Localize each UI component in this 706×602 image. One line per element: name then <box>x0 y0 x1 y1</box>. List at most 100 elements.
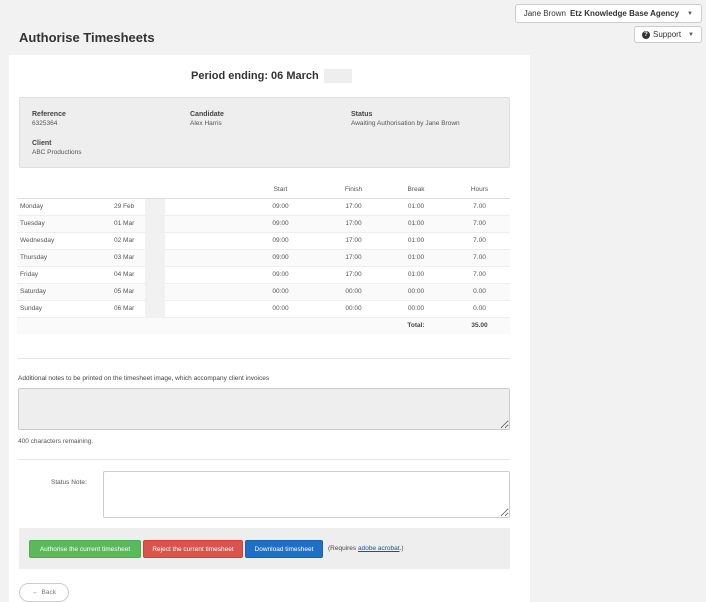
hours-cell: 0.00 <box>449 300 510 318</box>
action-bar: Authorise the current timesheet Reject t… <box>19 528 510 569</box>
day-cell: Monday <box>17 198 114 216</box>
authorise-button[interactable]: Authorise the current timesheet <box>29 540 141 558</box>
table-row: Friday 04 Mar 09:00 17:00 01:00 7.00 <box>17 266 510 284</box>
date-cell: 04 Mar <box>114 266 237 284</box>
hours-header: Hours <box>449 181 510 199</box>
hours-cell: 0.00 <box>449 283 510 301</box>
chars-remaining: 400 characters remaining. <box>18 438 94 445</box>
redacted-block <box>145 283 165 301</box>
redacted-block <box>145 300 165 318</box>
break-cell: 01:00 <box>383 215 449 233</box>
total-label: Total: <box>383 317 449 334</box>
user-agency-dropdown[interactable]: Jane Brown Etz Knowledge Base Agency ▼ <box>514 4 702 23</box>
client-label: Client <box>32 140 52 147</box>
timesheet-table: Start Finish Break Hours Monday 29 Feb 0… <box>17 181 510 334</box>
total-value: 35.00 <box>449 317 510 334</box>
redacted-block <box>145 198 165 216</box>
finish-cell: 17:00 <box>324 266 383 284</box>
finish-cell: 17:00 <box>324 232 383 250</box>
break-cell: 01:00 <box>383 198 449 216</box>
hours-cell: 7.00 <box>449 266 510 284</box>
day-cell: Sunday <box>17 300 114 318</box>
finish-cell: 17:00 <box>324 198 383 216</box>
hours-cell: 7.00 <box>449 249 510 267</box>
reference-label: Reference <box>32 111 66 118</box>
start-cell: 09:00 <box>237 215 324 233</box>
date-header <box>114 181 237 199</box>
start-cell: 09:00 <box>237 249 324 267</box>
table-row: Tuesday 01 Mar 09:00 17:00 01:00 7.00 <box>17 215 510 233</box>
page-title: Authorise Timesheets <box>19 30 155 45</box>
finish-header: Finish <box>324 181 383 199</box>
day-header <box>17 181 114 199</box>
break-cell: 01:00 <box>383 266 449 284</box>
divider <box>18 358 510 359</box>
reference-value: 6325364 <box>32 120 58 127</box>
start-cell: 09:00 <box>237 198 324 216</box>
candidate-label: Candidate <box>190 111 224 118</box>
date-cell: 05 Mar <box>114 283 237 301</box>
adobe-acrobat-link[interactable]: adobe acrobat <box>358 545 400 552</box>
back-button[interactable]: ← Back <box>19 583 69 602</box>
hours-cell: 7.00 <box>449 232 510 250</box>
date-cell: 02 Mar <box>114 232 237 250</box>
period-heading: Period ending: 06 March <box>191 69 352 83</box>
question-circle-icon: ? <box>642 30 651 39</box>
client-value: ABC Productions <box>32 149 82 156</box>
status-note-label: Status Note: <box>51 479 87 486</box>
start-cell: 09:00 <box>237 232 324 250</box>
day-cell: Saturday <box>17 283 114 301</box>
table-header-row: Start Finish Break Hours <box>17 181 510 199</box>
notes-textarea[interactable] <box>18 388 510 430</box>
table-row: Sunday 06 Mar 00:00 00:00 00:00 0.00 <box>17 300 510 318</box>
break-cell: 01:00 <box>383 232 449 250</box>
caret-down-icon: ▼ <box>687 10 693 17</box>
date-cell: 01 Mar <box>114 215 237 233</box>
break-cell: 01:00 <box>383 249 449 267</box>
candidate-value: Alex Harris <box>190 120 222 127</box>
redacted-block <box>323 69 352 83</box>
date-cell: 29 Feb <box>114 198 237 216</box>
table-row: Wednesday 02 Mar 09:00 17:00 01:00 7.00 <box>17 232 510 250</box>
reject-button[interactable]: Reject the current timesheet <box>143 540 243 558</box>
arrow-left-icon: ← <box>32 589 39 596</box>
redacted-block <box>145 215 165 233</box>
table-row: Thursday 03 Mar 09:00 17:00 01:00 7.00 <box>17 249 510 267</box>
back-label: Back <box>41 589 56 596</box>
status-value: Awaiting Authorisation by Jane Brown <box>351 120 460 127</box>
day-cell: Friday <box>17 266 114 284</box>
download-button[interactable]: Download timesheet <box>245 540 323 558</box>
status-note-textarea[interactable] <box>103 471 510 518</box>
break-cell: 00:00 <box>383 283 449 301</box>
divider <box>18 459 510 460</box>
finish-cell: 17:00 <box>324 215 383 233</box>
timesheet-panel: Period ending: 06 March Reference 632536… <box>9 55 530 602</box>
finish-cell: 00:00 <box>324 300 383 318</box>
redacted-block <box>145 249 165 267</box>
agency-name: Etz Knowledge Base Agency <box>569 9 680 18</box>
hours-cell: 7.00 <box>449 198 510 216</box>
start-cell: 09:00 <box>237 266 324 284</box>
hours-cell: 7.00 <box>449 215 510 233</box>
requires-note: (Requires adobe acrobat.) <box>328 545 404 552</box>
period-label: Period ending: 06 March <box>191 70 319 82</box>
redacted-block <box>145 266 165 284</box>
date-cell: 03 Mar <box>114 249 237 267</box>
start-cell: 00:00 <box>237 300 324 318</box>
finish-cell: 17:00 <box>324 249 383 267</box>
day-cell: Thursday <box>17 249 114 267</box>
table-row: Saturday 05 Mar 00:00 00:00 00:00 0.00 <box>17 283 510 301</box>
day-cell: Wednesday <box>17 232 114 250</box>
caret-down-icon: ▼ <box>688 31 694 38</box>
start-cell: 00:00 <box>237 283 324 301</box>
status-label: Status <box>351 111 373 118</box>
support-dropdown[interactable]: ? Support ▼ <box>634 26 702 43</box>
redacted-block <box>145 232 165 250</box>
table-row: Monday 29 Feb 09:00 17:00 01:00 7.00 <box>17 198 510 216</box>
start-header: Start <box>237 181 324 199</box>
break-cell: 00:00 <box>383 300 449 318</box>
total-row: Total: 35.00 <box>17 317 510 334</box>
user-name: Jane Brown <box>523 9 566 18</box>
date-cell: 06 Mar <box>114 300 237 318</box>
timesheet-info-box: Reference 6325364 Candidate Alex Harris … <box>19 97 510 168</box>
